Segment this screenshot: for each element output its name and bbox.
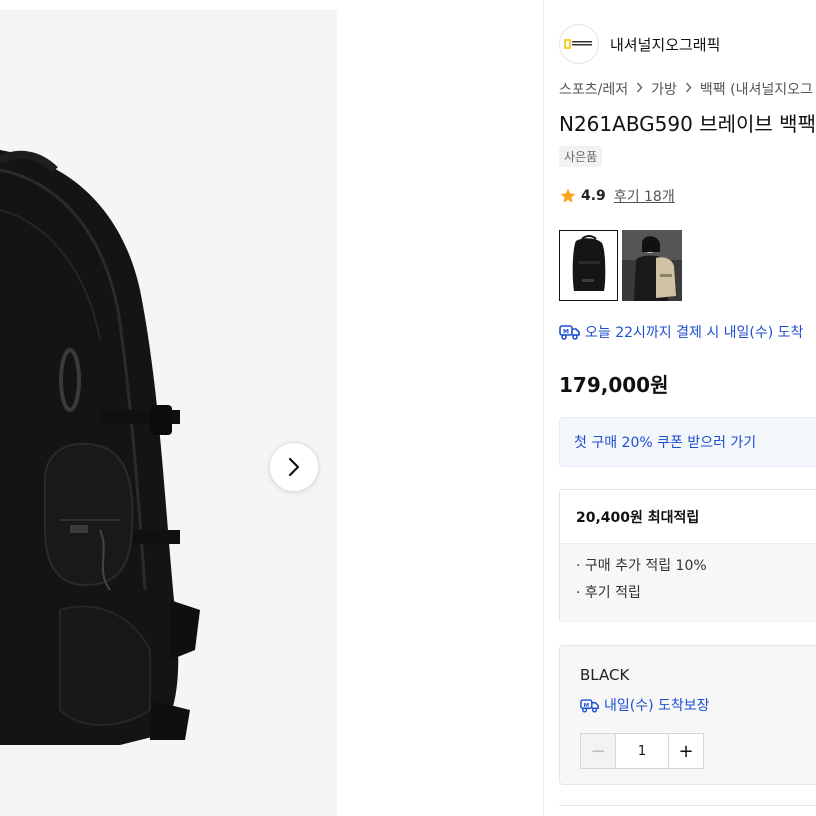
- gift-tag: 사은품: [559, 146, 603, 167]
- coupon-label: 첫 구매 20% 쿠폰 받으러 가기: [574, 435, 757, 451]
- rating-score: 4.9: [581, 188, 606, 204]
- next-image-button[interactable]: [269, 442, 319, 492]
- brand-link[interactable]: 내셔널지오그래픽: [559, 24, 720, 64]
- chevron-right-icon: [685, 81, 692, 97]
- delivery-guarantee: M 내일(수) 도착보장: [580, 695, 710, 715]
- selected-option-box: BLACK M 내일(수) 도착보장 − 1 +: [559, 645, 816, 785]
- star-icon: [560, 188, 576, 203]
- brand-logo-icon: [559, 24, 599, 64]
- option-color: BLACK: [580, 666, 630, 684]
- points-details: · 구매 추가 적립 10% · 후기 적립: [560, 544, 816, 623]
- svg-text:M: M: [584, 702, 589, 708]
- product-main-image: [0, 150, 200, 745]
- thumbnail-black-backpack[interactable]: [559, 230, 618, 301]
- product-rating: 4.9 후기 18개: [559, 186, 675, 206]
- thumbnail-model-backpack[interactable]: [622, 230, 682, 301]
- quantity-stepper: − 1 +: [580, 733, 704, 769]
- breadcrumb-item-bags[interactable]: 가방: [651, 79, 677, 99]
- delivery-truck-icon: M: [559, 325, 580, 340]
- quantity-decrease-button[interactable]: −: [581, 734, 615, 768]
- points-item-purchase: · 구매 추가 적립 10%: [576, 558, 707, 574]
- product-title: N261ABG590 브레이브 백팩: [559, 112, 816, 136]
- delivery-info: M 오늘 22시까지 결제 시 내일(수) 도착: [559, 322, 803, 342]
- quantity-value[interactable]: 1: [615, 734, 669, 768]
- review-count-link[interactable]: 후기 18개: [614, 186, 675, 206]
- delivery-text: 오늘 22시까지 결제 시 내일(수) 도착: [585, 325, 804, 341]
- first-purchase-coupon-button[interactable]: 첫 구매 20% 쿠폰 받으러 가기: [559, 417, 816, 467]
- breadcrumb-item-sports[interactable]: 스포츠/레저: [559, 79, 628, 99]
- breadcrumb-item-backpack[interactable]: 백팩 (내셔널지오그: [700, 79, 813, 99]
- max-points-title: 20,400원 최대적립: [560, 490, 816, 544]
- section-divider: [559, 805, 816, 806]
- chevron-right-icon: [636, 81, 643, 97]
- breadcrumb: 스포츠/레저 가방 백팩 (내셔널지오그: [559, 79, 813, 99]
- chevron-right-icon: [288, 457, 300, 477]
- svg-text:M: M: [563, 329, 569, 336]
- delivery-guarantee-text: 내일(수) 도착보장: [604, 698, 710, 714]
- quantity-increase-button[interactable]: +: [669, 734, 703, 768]
- brand-name: 내셔널지오그래픽: [610, 35, 721, 54]
- points-box: 20,400원 최대적립 · 구매 추가 적립 10% · 후기 적립: [559, 489, 816, 623]
- delivery-truck-icon: M: [580, 698, 599, 713]
- points-item-review: · 후기 적립: [576, 585, 641, 601]
- product-image-gallery: [0, 10, 337, 816]
- product-price: 179,000원: [559, 373, 669, 397]
